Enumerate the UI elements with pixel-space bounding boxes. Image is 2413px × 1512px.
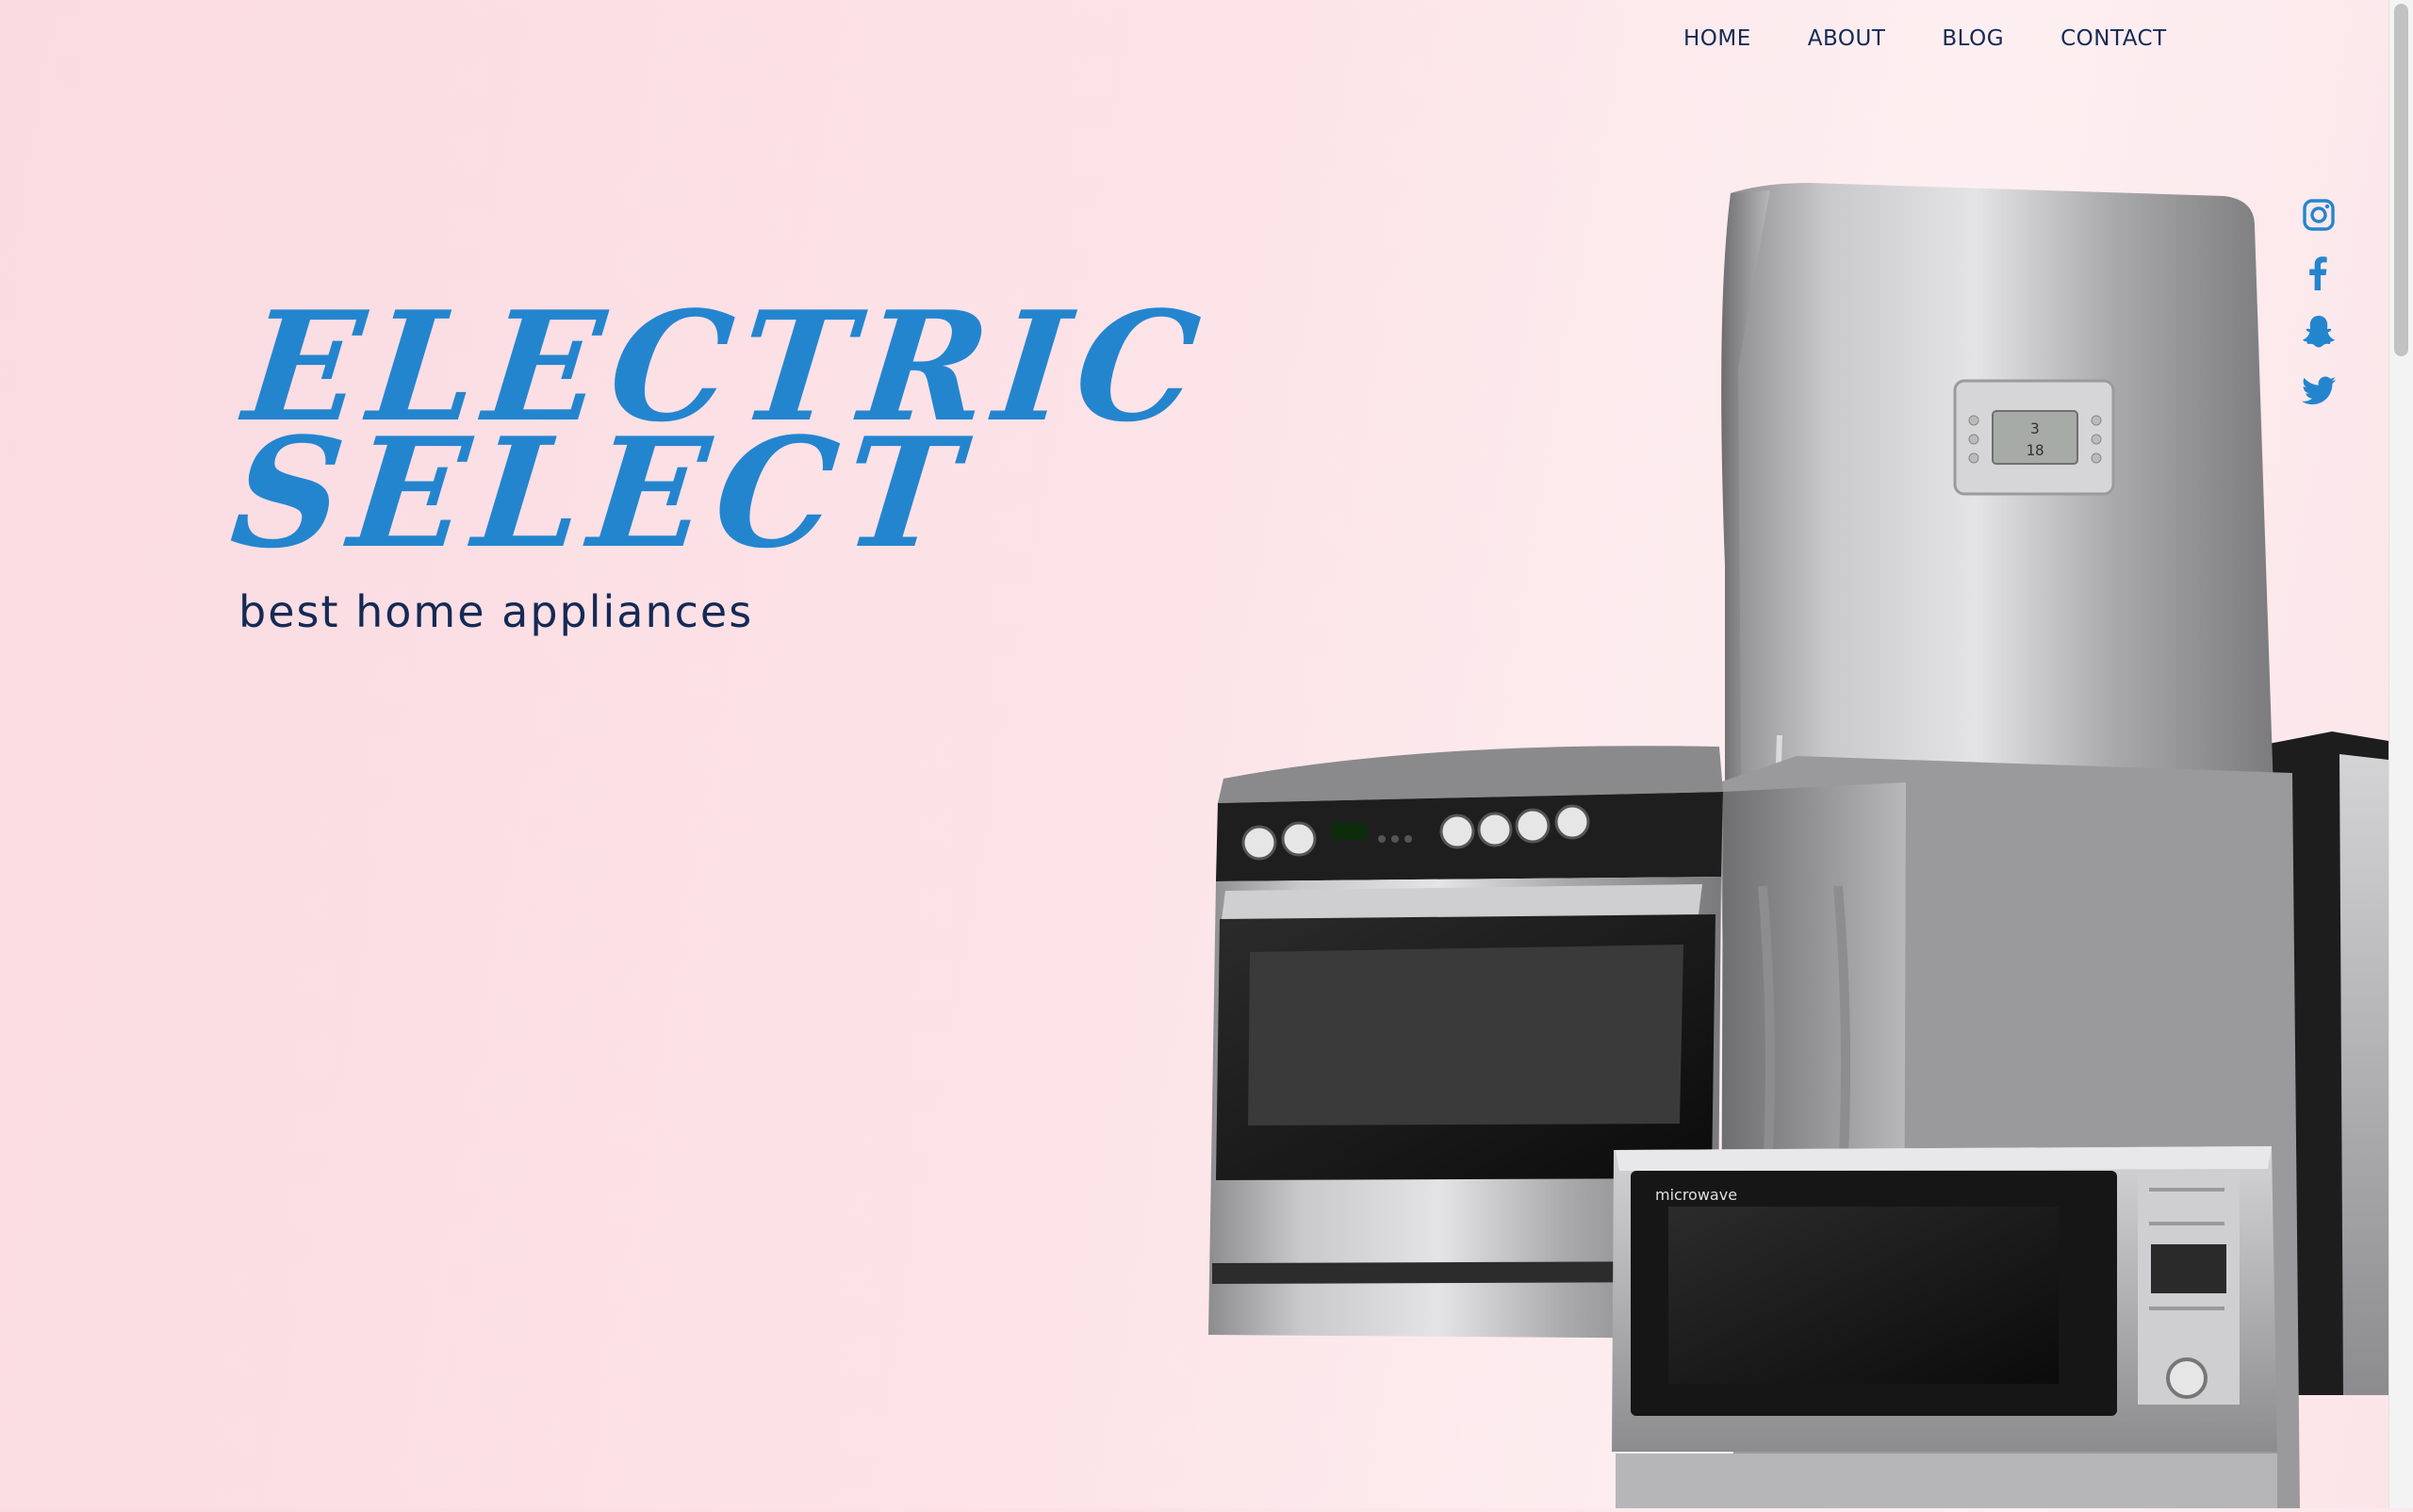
nav-home-link[interactable]: HOME [1683, 26, 1751, 51]
nav-about-link[interactable]: ABOUT [1808, 26, 1886, 51]
hero-title: ELECTRIC SELECT [224, 278, 1216, 582]
nav-contact-link[interactable]: CONTACT [2060, 26, 2167, 51]
hero-subtitle: best home appliances [238, 586, 754, 637]
scrollbar[interactable] [2388, 0, 2413, 1508]
microwave-label: microwave [1655, 1186, 1737, 1204]
appliances-image: 3 18 microwave [1159, 170, 2388, 1508]
fridge-display-bottom: 18 [2026, 441, 2044, 459]
main-nav: HOME ABOUT BLOG CONTACT [1659, 26, 2167, 51]
scrollbar-thumb[interactable] [2394, 4, 2408, 356]
fridge-display-top: 3 [2030, 419, 2040, 437]
microwave: microwave [1612, 1146, 2277, 1508]
nav-blog-link[interactable]: BLOG [1942, 26, 2004, 51]
